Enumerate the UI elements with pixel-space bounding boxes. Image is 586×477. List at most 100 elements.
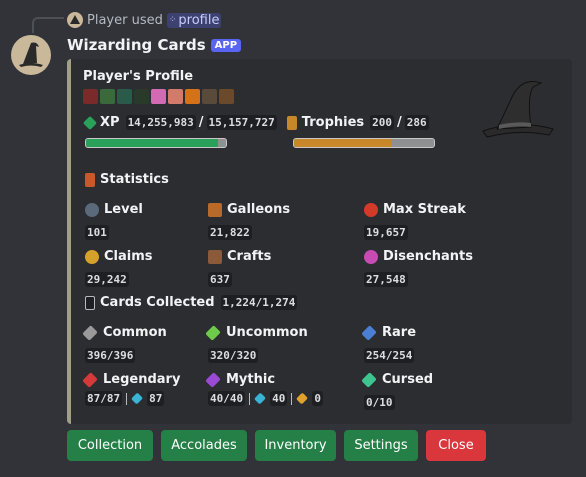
- cursed-gem-icon: [361, 371, 377, 388]
- rarity-mythic: Mythic: [205, 371, 276, 388]
- shiny-gem-icon: [131, 392, 144, 405]
- xp-gem-icon: [82, 115, 98, 130]
- settings-button[interactable]: Settings: [344, 430, 418, 461]
- stat-claims: Claims: [85, 249, 153, 264]
- app-badge: APP: [210, 38, 242, 52]
- xp-row: XP 14,255,983 / 15,157,727 Trophies 200 …: [82, 115, 429, 130]
- author-name[interactable]: Wizarding Cards: [67, 36, 206, 54]
- claims-value: 29,242: [85, 272, 129, 287]
- trophy-icon: [286, 115, 297, 130]
- xp-progress-bar: [85, 138, 227, 148]
- rarity-cursed: Cursed: [361, 371, 434, 388]
- gold-gem-icon: [296, 392, 309, 405]
- xp-value: 14,255,983: [125, 115, 196, 130]
- stat-value: 101: [85, 221, 109, 240]
- rarity-label: Cursed: [382, 372, 434, 387]
- stat-value: 19,657: [364, 221, 408, 240]
- separator: [291, 392, 293, 405]
- achievement-icon: [134, 89, 149, 104]
- stat-label: Disenchants: [383, 249, 473, 264]
- rarity-label: Common: [103, 325, 167, 340]
- stat-value: 27,548: [364, 268, 408, 287]
- stat-label: Max Streak: [383, 202, 466, 217]
- level-value: 101: [85, 225, 109, 240]
- reply-reference[interactable]: Player used ⁘ profile: [67, 11, 222, 29]
- achievement-icon: [202, 89, 217, 104]
- max-streak-value: 19,657: [364, 225, 408, 240]
- disenchants-icon: [364, 249, 378, 264]
- stat-label: Crafts: [227, 249, 272, 264]
- message-author: Wizarding Cards APP: [67, 35, 242, 55]
- rarity-common: Common: [82, 324, 167, 341]
- wizard-hat-icon: [19, 42, 43, 67]
- achievement-icon: [100, 89, 115, 104]
- achievement-icon: [151, 89, 166, 104]
- rarity-rare: Rare: [361, 324, 417, 341]
- rarity-label: Rare: [382, 325, 417, 340]
- command-name: profile: [178, 12, 220, 28]
- uncommon-gem-icon: [205, 324, 221, 341]
- accolades-button[interactable]: Accolades: [161, 430, 247, 461]
- statistics-header: Statistics: [85, 172, 169, 187]
- stat-crafts: Crafts: [208, 249, 271, 264]
- trophies-progress-fill: [294, 139, 392, 147]
- achievement-icon: [219, 89, 234, 104]
- stat-disenchants: Disenchants: [364, 249, 473, 264]
- common-gem-icon: [82, 324, 98, 341]
- xp-max: 15,157,727: [206, 115, 277, 130]
- stat-label: Level: [104, 202, 143, 217]
- mythic-value: 40/40: [208, 391, 246, 406]
- close-button[interactable]: Close: [426, 430, 486, 461]
- trophies-max: 286: [404, 115, 429, 130]
- stat-galleons: Galleons: [208, 202, 290, 217]
- stat-level: Level: [85, 202, 143, 217]
- trophies-value: 200: [370, 115, 395, 130]
- rarity-label: Mythic: [226, 372, 276, 387]
- trophies-label: Trophies: [301, 115, 365, 130]
- stat-value: 21,822: [208, 221, 252, 240]
- rarity-value: 254/254: [364, 344, 415, 363]
- cursed-value: 0/10: [364, 395, 395, 410]
- galleons-value: 21,822: [208, 225, 252, 240]
- stat-value: 637: [208, 268, 232, 287]
- xp-progress-fill: [86, 139, 218, 147]
- mythic-gold-value: 0: [312, 391, 323, 406]
- collection-button[interactable]: Collection: [67, 430, 153, 461]
- mythic-shiny-value: 40: [270, 391, 288, 406]
- uncommon-value: 320/320: [208, 348, 259, 363]
- command-mention[interactable]: ⁘ profile: [166, 12, 222, 28]
- legendary-gem-icon: [82, 371, 98, 388]
- rare-gem-icon: [361, 324, 377, 341]
- legendary-value: 87/87: [85, 391, 123, 406]
- separator: [126, 392, 128, 405]
- bot-avatar[interactable]: [11, 35, 51, 75]
- shiny-gem-icon: [254, 392, 267, 405]
- reply-user-text: Player used: [87, 12, 163, 28]
- reply-connector: [32, 17, 64, 33]
- achievement-icon: [168, 89, 183, 104]
- inventory-button[interactable]: Inventory: [255, 430, 336, 461]
- cards-collected-value: 1,224/1,274: [220, 295, 298, 310]
- rarity-value: 40/40 40 0: [208, 391, 323, 406]
- embed-title: Player's Profile: [83, 69, 194, 84]
- wizard-hat-icon: [482, 81, 554, 138]
- crafts-value: 637: [208, 272, 232, 287]
- rarity-value: 320/320: [208, 344, 259, 363]
- rarity-value: 396/396: [85, 344, 136, 363]
- rarity-label: Uncommon: [226, 325, 308, 340]
- mythic-gem-icon: [205, 371, 221, 388]
- command-icon: ⁘: [168, 15, 177, 25]
- cards-collected-header: Cards Collected 1,224/1,274: [85, 295, 298, 310]
- trophies-progress-bar: [293, 138, 435, 148]
- stat-label: Galleons: [227, 202, 291, 217]
- rare-value: 254/254: [364, 348, 415, 363]
- legendary-shiny-value: 87: [147, 391, 165, 406]
- stat-max-streak: Max Streak: [364, 202, 466, 217]
- statistics-icon: [85, 172, 95, 187]
- disenchants-value: 27,548: [364, 272, 408, 287]
- card-icon: [85, 295, 95, 310]
- streak-icon: [364, 202, 378, 217]
- galleons-icon: [208, 202, 222, 217]
- rarity-legendary: Legendary: [82, 371, 180, 388]
- claims-icon: [85, 249, 99, 264]
